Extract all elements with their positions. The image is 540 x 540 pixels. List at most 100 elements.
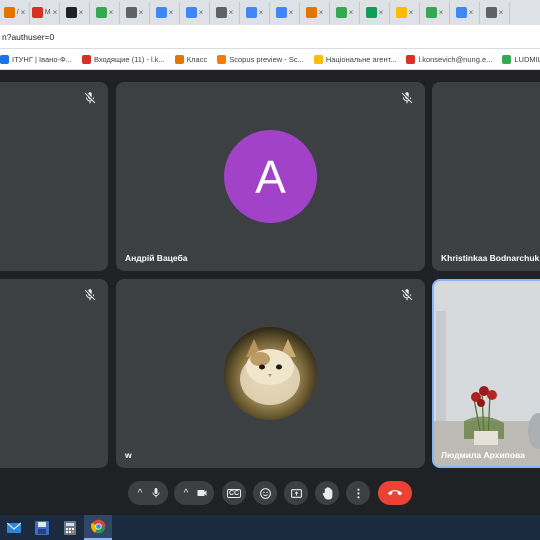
avatar-initial: A xyxy=(255,150,286,203)
participant-tile[interactable]: A Андрій Вацеба xyxy=(116,82,425,271)
tab-title: M xyxy=(44,9,51,16)
present-button[interactable] xyxy=(284,481,308,505)
browser-tab[interactable]: × xyxy=(360,1,390,24)
os-taskbar xyxy=(0,515,540,540)
browser-tab[interactable]: × xyxy=(60,1,90,24)
tab-close-icon[interactable]: × xyxy=(409,8,414,17)
tab-favicon-icon xyxy=(275,7,287,18)
participant-tile[interactable]: Khristinkaa Bodnarchuk xyxy=(432,82,540,271)
taskbar-calculator-app[interactable] xyxy=(56,515,84,540)
tab-close-icon[interactable]: × xyxy=(259,8,264,17)
call-end-icon xyxy=(388,490,402,496)
chrome-icon xyxy=(90,519,105,534)
participant-tile[interactable]: Людмила Архипова xyxy=(432,279,540,468)
tab-close-icon[interactable]: × xyxy=(109,8,114,17)
tab-favicon-icon xyxy=(365,7,377,18)
bookmark-label: Входящие (11) - l.k... xyxy=(93,54,165,64)
tab-close-icon[interactable]: × xyxy=(499,8,504,17)
captions-button[interactable]: CC xyxy=(222,481,246,505)
bookmark-label: Національне агент... xyxy=(325,54,397,64)
cat-avatar-image xyxy=(224,327,317,420)
browser-tab[interactable]: × xyxy=(330,1,360,24)
leave-call-button[interactable] xyxy=(378,481,412,505)
browser-tab[interactable]: × xyxy=(90,1,120,24)
bookmark-item[interactable]: Входящие (11) - l.k... xyxy=(81,54,165,64)
browser-tab[interactable]: / × xyxy=(0,1,30,24)
bookmark-item[interactable]: Національне агент... xyxy=(313,54,397,64)
mic-off-icon xyxy=(84,92,96,104)
tab-close-icon[interactable]: × xyxy=(349,8,354,17)
bookmark-label: Scopus preview - Sc... xyxy=(229,54,304,64)
participant-tile[interactable]: w xyxy=(116,279,425,468)
browser-tab[interactable]: × xyxy=(150,1,180,24)
browser-tab[interactable]: × xyxy=(420,1,450,24)
participant-name: Андрій Вацеба xyxy=(125,253,188,263)
bookmark-favicon-icon xyxy=(313,54,323,64)
mic-icon xyxy=(152,488,160,498)
tab-favicon-icon xyxy=(215,7,227,18)
browser-tab[interactable]: × xyxy=(450,1,480,24)
bookmark-item[interactable]: ІТУНГ | Івано-Ф... xyxy=(0,54,72,64)
bookmark-label: ІТУНГ | Івано-Ф... xyxy=(12,54,72,64)
tab-close-icon[interactable]: × xyxy=(229,8,234,17)
bookmark-item[interactable]: Scopus preview - Sc... xyxy=(217,54,304,64)
tab-close-icon[interactable]: × xyxy=(319,8,324,17)
bookmark-item[interactable]: Класс xyxy=(174,54,208,64)
tab-favicon-icon xyxy=(245,7,257,18)
camera-button[interactable] xyxy=(190,481,214,505)
participant-tile[interactable] xyxy=(0,279,108,468)
tab-close-icon[interactable]: × xyxy=(379,8,384,17)
browser-tab[interactable]: × xyxy=(300,1,330,24)
bookmark-item[interactable]: LUDMILA – Googl xyxy=(502,54,540,64)
raise-hand-button[interactable] xyxy=(315,481,339,505)
tab-close-icon[interactable]: × xyxy=(21,8,26,17)
avatar: A xyxy=(224,130,317,223)
mic-off-icon xyxy=(401,289,413,301)
tab-close-icon[interactable]: × xyxy=(53,8,58,17)
browser-tab[interactable]: × xyxy=(390,1,420,24)
browser-tab[interactable]: × xyxy=(180,1,210,24)
bookmark-favicon-icon xyxy=(406,54,416,64)
bookmarks-bar: ІТУНГ | Івано-Ф... Входящие (11) - l.k...… xyxy=(0,49,540,70)
taskbar-mail-app[interactable] xyxy=(0,515,28,540)
emoji-button[interactable] xyxy=(253,481,277,505)
tab-favicon-icon xyxy=(31,7,43,18)
tab-favicon-icon xyxy=(455,7,467,18)
browser-tab[interactable]: × xyxy=(120,1,150,24)
bookmark-item[interactable]: l.konsevich@nung.e... xyxy=(406,54,492,64)
bookmark-favicon-icon xyxy=(217,54,227,64)
browser-tab-strip: / × M × × × × × × × × × × × × × × × × xyxy=(0,0,540,25)
calculator-icon xyxy=(64,520,76,535)
tab-close-icon[interactable]: × xyxy=(199,8,204,17)
tab-close-icon[interactable]: × xyxy=(469,8,474,17)
more-options-button[interactable] xyxy=(346,481,370,505)
address-bar[interactable]: n?authuser=0 xyxy=(0,25,540,49)
taskbar-chrome-app[interactable] xyxy=(84,515,112,540)
tab-favicon-icon xyxy=(395,7,407,18)
browser-tab[interactable]: × xyxy=(270,1,300,24)
tab-favicon-icon xyxy=(335,7,347,18)
taskbar-save-app[interactable] xyxy=(28,515,56,540)
participant-name: Khristinkaa Bodnarchuk xyxy=(441,253,540,263)
browser-tab[interactable]: × xyxy=(240,1,270,24)
bookmark-favicon-icon xyxy=(174,54,184,64)
tab-close-icon[interactable]: × xyxy=(169,8,174,17)
tab-favicon-icon xyxy=(425,7,437,18)
bookmark-label: LUDMILA – Googl xyxy=(514,54,540,64)
url-text[interactable]: n?authuser=0 xyxy=(2,32,54,42)
browser-tab[interactable]: × xyxy=(210,1,240,24)
tab-close-icon[interactable]: × xyxy=(79,8,84,17)
tab-close-icon[interactable]: × xyxy=(289,8,294,17)
tab-favicon-icon xyxy=(95,7,107,18)
tab-favicon-icon xyxy=(305,7,317,18)
tab-close-icon[interactable]: × xyxy=(139,8,144,17)
call-controls: ^ ^ CC xyxy=(0,478,540,508)
tab-favicon-icon xyxy=(155,7,167,18)
bookmark-label: Класс xyxy=(186,54,208,64)
tab-favicon-icon xyxy=(125,7,137,18)
browser-tab[interactable]: × xyxy=(480,1,510,24)
tab-close-icon[interactable]: × xyxy=(439,8,444,17)
participant-tile[interactable] xyxy=(0,82,108,271)
browser-tab[interactable]: M × xyxy=(30,1,60,24)
mic-button[interactable] xyxy=(144,481,168,505)
